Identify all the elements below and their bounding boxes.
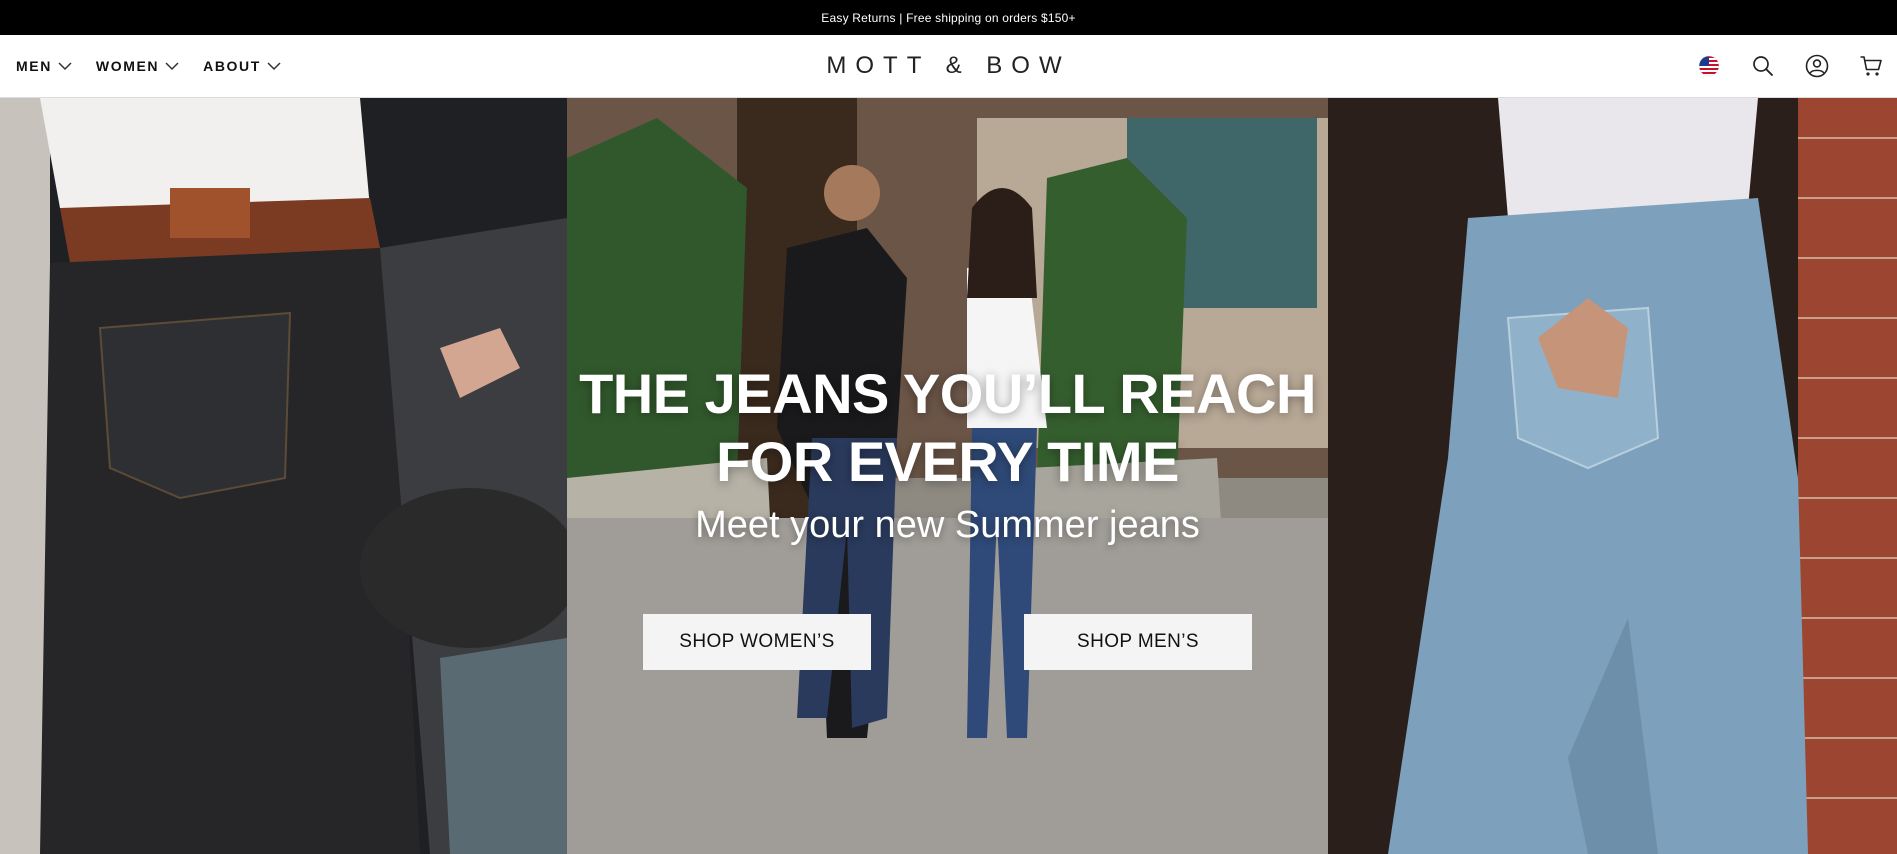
- hero-subtitle: Meet your new Summer jeans: [695, 504, 1200, 546]
- main-nav: MEN WOMEN ABOUT: [16, 35, 281, 97]
- nav-item-about[interactable]: ABOUT: [203, 58, 281, 74]
- nav-item-label: MEN: [16, 58, 52, 74]
- chevron-down-icon: [165, 62, 179, 71]
- nav-item-label: ABOUT: [203, 58, 261, 74]
- hero-image-mens-jeans: [0, 98, 567, 854]
- search-icon: [1753, 56, 1773, 76]
- hero-title: THE JEANS YOU’LL REACH FOR EVERY TIME: [579, 362, 1316, 493]
- hero-cta-row: SHOP WOMEN’S SHOP MEN’S: [567, 614, 1328, 670]
- announcement-bar: Easy Returns | Free shipping on orders $…: [0, 0, 1897, 35]
- chevron-down-icon: [267, 62, 281, 71]
- nav-item-women[interactable]: WOMEN: [96, 58, 179, 74]
- hero-image-womens-jeans: [1328, 98, 1897, 854]
- hero-banner: THE JEANS YOU’LL REACH FOR EVERY TIME Me…: [0, 98, 1897, 854]
- shop-mens-button[interactable]: SHOP MEN’S: [1024, 614, 1252, 670]
- cart-icon: [1860, 56, 1882, 76]
- cart-button[interactable]: [1859, 54, 1883, 78]
- site-header: MEN WOMEN ABOUT MOTT & BOW: [0, 35, 1897, 98]
- account-button[interactable]: [1805, 54, 1829, 78]
- announcement-text: Easy Returns | Free shipping on orders $…: [821, 10, 1076, 25]
- mens-jeans-photo: [0, 98, 567, 854]
- site-logo[interactable]: MOTT & BOW: [826, 52, 1070, 80]
- nav-item-men[interactable]: MEN: [16, 58, 72, 74]
- account-icon: [1805, 54, 1829, 78]
- hero-copy: THE JEANS YOU’LL REACH FOR EVERY TIME Me…: [567, 98, 1328, 854]
- country-selector-button[interactable]: [1697, 54, 1721, 78]
- header-actions: [1697, 35, 1883, 97]
- chevron-down-icon: [58, 62, 72, 71]
- logo-wrapper: MOTT & BOW: [0, 35, 1897, 97]
- search-button[interactable]: [1751, 54, 1775, 78]
- us-flag-icon: [1698, 55, 1720, 77]
- nav-item-label: WOMEN: [95, 58, 160, 74]
- shop-womens-button[interactable]: SHOP WOMEN’S: [643, 614, 871, 670]
- womens-jeans-photo: [1328, 98, 1897, 854]
